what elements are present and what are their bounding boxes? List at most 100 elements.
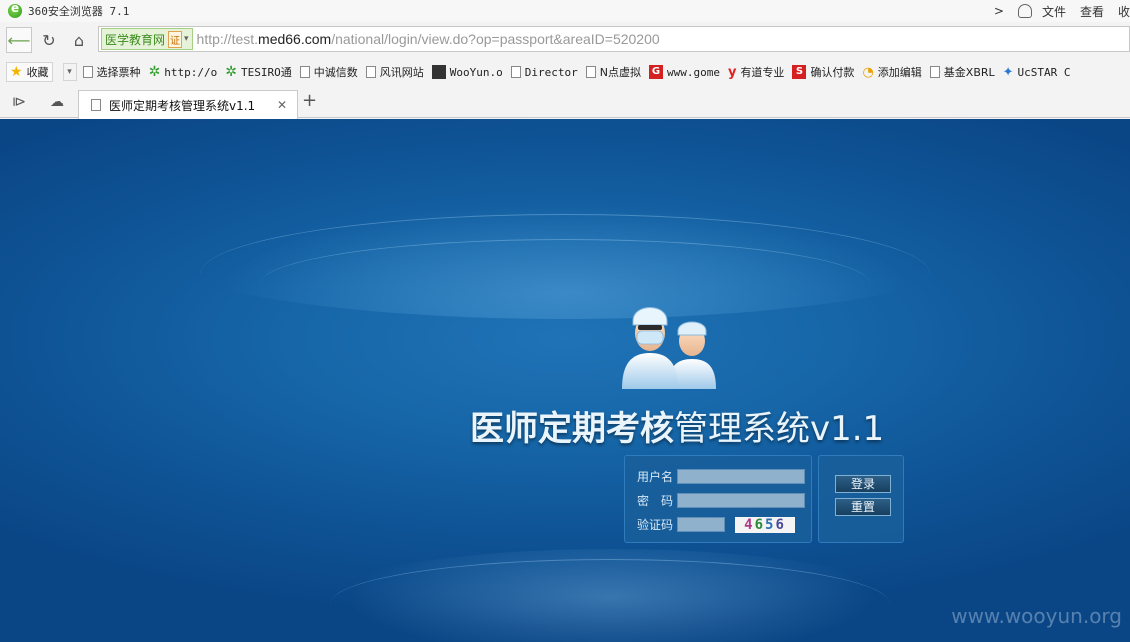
bookmark-item[interactable]: 基金XBRL: [929, 64, 995, 80]
refresh-icon[interactable]: ↻: [36, 27, 62, 53]
login-page: 医师定期考核管理系统v1.1 用户名 密 码 验证码 4656 登录 重置 ww…: [0, 119, 1130, 642]
page-icon: [585, 66, 596, 78]
certificate-label: 医学教育网: [105, 32, 166, 47]
bookmark-item[interactable]: N点虚拟: [585, 64, 641, 80]
bookmark-label: 收藏: [26, 66, 49, 79]
bookmark-label: http://o: [164, 65, 218, 79]
page-icon: [365, 66, 376, 78]
bookmark-label: 中诚信数: [313, 66, 358, 79]
page-icon: [299, 66, 310, 78]
ucstar-icon: ✦: [1002, 64, 1014, 80]
bookmark-item[interactable]: ✲ TESIRO通: [225, 64, 291, 80]
bookmark-item[interactable]: 中诚信数: [299, 64, 358, 80]
menu-file[interactable]: 文件: [1042, 3, 1066, 20]
bookmark-label: 选择票种: [96, 66, 141, 79]
reset-button[interactable]: 重置: [835, 498, 891, 516]
bookmark-item[interactable]: Gwww.gome: [648, 65, 720, 79]
new-tab-button[interactable]: +: [302, 90, 317, 111]
gome-icon: G: [648, 65, 663, 79]
bookmark-label: www.gome: [666, 65, 720, 79]
pay-icon: S: [792, 65, 807, 79]
bookmark-item[interactable]: Director: [510, 65, 578, 79]
title-menu: > 文件 查看 收: [994, 0, 1130, 22]
bookmarks-bar: ★ 收藏 ▾ 选择票种 ✲ http://o ✲ TESIRO通 中诚信数 风讯网站…: [0, 58, 1130, 86]
page-icon: [82, 66, 93, 78]
captcha-digit: 5: [765, 516, 776, 533]
username-input[interactable]: [677, 469, 805, 484]
system-title-rest: 管理系统v1.1: [674, 409, 885, 449]
system-title: 医师定期考核管理系统v1.1: [470, 401, 884, 450]
certificate-icon: 证: [168, 30, 183, 48]
chevron-down-icon: ▾: [184, 34, 189, 44]
bookmark-label: N点虚拟: [599, 66, 641, 79]
password-label: 密 码: [637, 494, 674, 508]
watermark: www.wooyun.org: [951, 604, 1122, 628]
bookmark-label: 基金XBRL: [943, 66, 995, 79]
captcha-digit: 4: [744, 516, 755, 533]
bookmark-item[interactable]: y 有道专业: [728, 64, 784, 80]
add-icon: ◔: [862, 64, 874, 80]
tab-label: 医师定期考核管理系统v1.1: [109, 98, 256, 113]
page-icon: [510, 66, 521, 78]
bookmark-item[interactable]: ◔ 添加编辑: [862, 64, 921, 80]
chevron-down-icon[interactable]: ▾: [62, 63, 77, 81]
url-text[interactable]: http://test.med66.com/national/login/vie…: [197, 31, 660, 47]
title-bar: 360安全浏览器 7.1 > 文件 查看 收: [0, 0, 1130, 22]
bookmark-label: WooYun.o: [449, 65, 503, 79]
tab-bar: ⧐ ☁ 医师定期考核管理系统v1.1 ✕ +: [0, 88, 1130, 119]
tab-active[interactable]: 医师定期考核管理系统v1.1 ✕: [78, 90, 298, 119]
url-prefix: http://test.: [196, 31, 259, 47]
bookmark-label: Director: [524, 65, 578, 79]
url-field[interactable]: 医学教育网 证 ▾ http://test.med66.com/national…: [98, 26, 1130, 52]
url-path: /national/login/view.do?op=passport&area…: [331, 31, 660, 47]
captcha-digit: 6: [775, 516, 786, 533]
home-icon[interactable]: ⌂: [66, 27, 92, 53]
bookmark-label: 添加编辑: [877, 66, 922, 79]
back-arrow-icon[interactable]: ⟵: [6, 27, 32, 53]
username-row: 用户名: [637, 468, 805, 485]
action-panel: 登录 重置: [818, 455, 904, 543]
star-icon: ★: [10, 64, 23, 80]
bookmark-item[interactable]: WooYun.o: [431, 65, 503, 79]
bookmark-item[interactable]: 风讯网站: [365, 64, 424, 80]
bookmark-label: 有道专业: [740, 66, 785, 79]
captcha-label: 验证码: [637, 518, 674, 532]
close-icon[interactable]: ✕: [277, 98, 287, 112]
wooyun-icon: [431, 65, 446, 79]
captcha-input[interactable]: [677, 517, 725, 532]
username-label: 用户名: [637, 470, 674, 484]
url-domain: med66.com: [258, 31, 332, 47]
site-certificate-badge[interactable]: 医学教育网 证 ▾: [101, 28, 193, 50]
bookmark-label: TESIRO通: [241, 66, 292, 79]
address-bar: ⟵ ↻ ⌂ 医学教育网 证 ▾ http://test.med66.com/na…: [0, 24, 1130, 56]
system-title-bold: 医师定期考核: [470, 409, 674, 449]
bookmark-item[interactable]: ✲ http://o: [149, 65, 218, 79]
decorative-arc: [330, 559, 890, 642]
chevron-right-icon[interactable]: >: [994, 4, 1004, 18]
login-button[interactable]: 登录: [835, 475, 891, 493]
menu-favorites[interactable]: 收: [1118, 3, 1130, 20]
bookmark-favorites[interactable]: ★ 收藏: [6, 62, 53, 82]
bookmark-item[interactable]: S 确认付款: [792, 64, 854, 80]
bookmark-item[interactable]: 选择票种: [82, 64, 141, 80]
browser-logo-icon: [8, 1, 22, 18]
cloud-icon[interactable]: ☁: [50, 94, 64, 110]
bookmark-label: UcSTAR C: [1017, 65, 1071, 79]
page-icon: [929, 66, 940, 78]
user-icon[interactable]: [1017, 4, 1032, 18]
bookmark-label: 确认付款: [810, 66, 855, 79]
password-row: 密 码: [637, 492, 805, 509]
gear-icon: ✲: [225, 64, 238, 80]
menu-view[interactable]: 查看: [1080, 3, 1104, 20]
page-icon: [91, 99, 101, 111]
doctors-icon: [622, 307, 716, 389]
captcha-image[interactable]: 4656: [735, 516, 795, 533]
login-form: 用户名 密 码 验证码 4656: [624, 455, 812, 543]
sidebar-toggle-icon[interactable]: ⧐: [12, 94, 26, 110]
decorative-arc: [260, 239, 870, 329]
gear-icon: ✲: [148, 64, 161, 80]
password-input[interactable]: [677, 493, 805, 508]
bookmark-item[interactable]: ✦ UcSTAR C: [1003, 66, 1071, 79]
youdao-icon: y: [727, 64, 737, 80]
bookmark-label: 风讯网站: [379, 66, 424, 79]
